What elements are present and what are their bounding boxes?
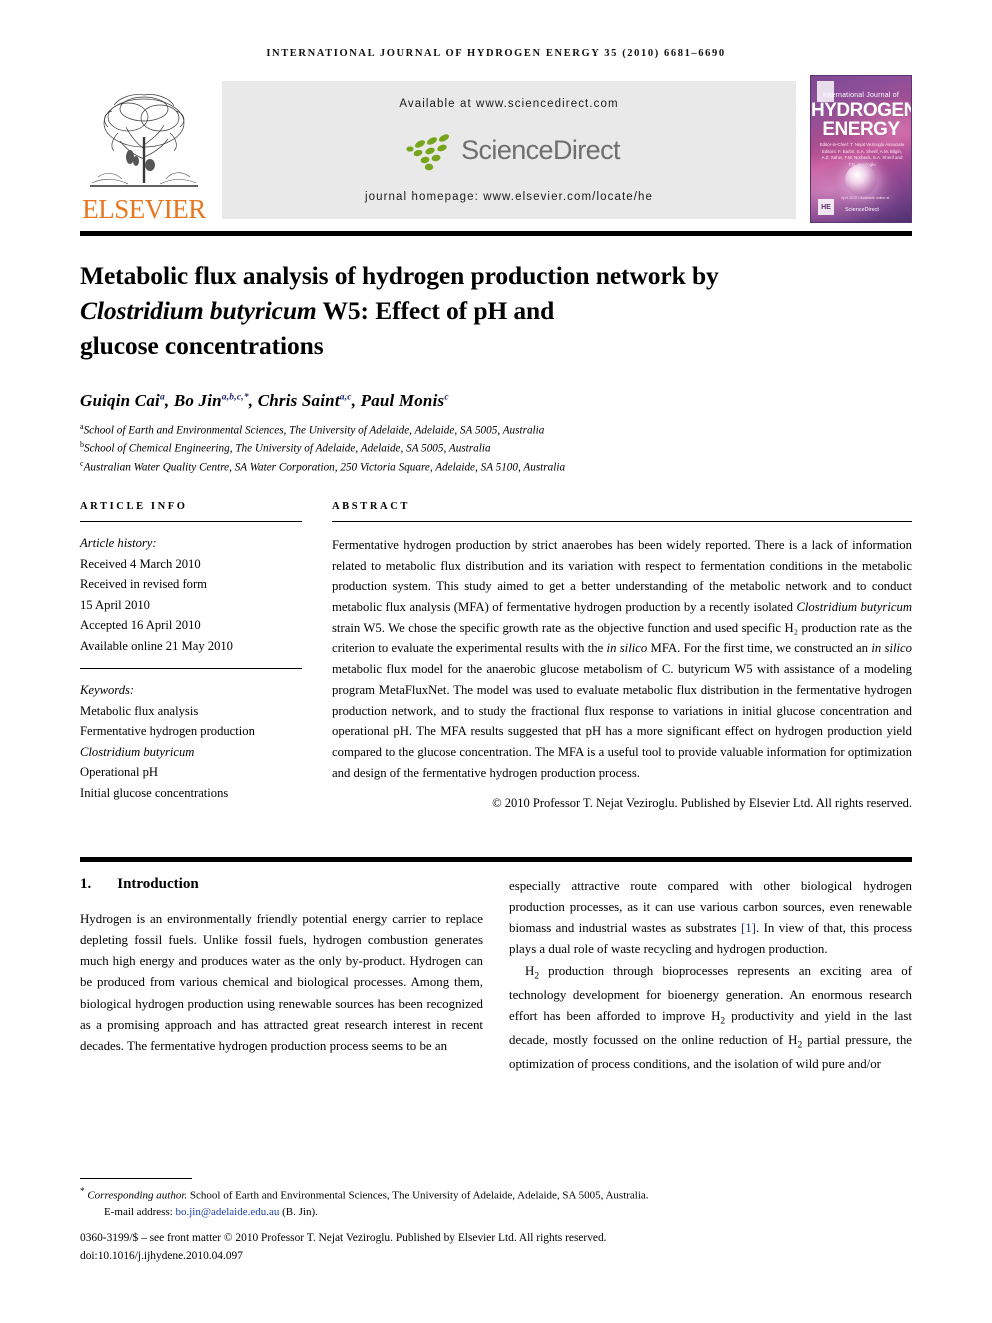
- keyword-item: Clostridium butyricum: [80, 744, 195, 759]
- sciencedirect-logo: ScienceDirect: [398, 131, 620, 171]
- author-list: Guiqin Caia, Bo Jina,b,c,*, Chris Sainta…: [80, 390, 449, 410]
- article-history-accepted: Accepted 16 April 2010: [80, 618, 201, 633]
- author-3-affil-marks: a,c: [339, 391, 352, 402]
- article-page: International Journal of Hydrogen Energy…: [0, 0, 992, 1323]
- keywords-label: Keywords:: [80, 683, 135, 698]
- article-info-heading: Article info: [80, 501, 188, 513]
- abstract-divider: [332, 521, 912, 523]
- email-label: E-mail address:: [104, 1206, 176, 1219]
- affiliation-b-text: School of Chemical Engineering, The Univ…: [84, 443, 491, 456]
- title-line-1: Metabolic flux analysis of hydrogen prod…: [80, 261, 719, 290]
- author-4: Paul Monisc: [361, 391, 449, 410]
- author-3-name: Chris Saint: [257, 390, 340, 410]
- issn-copyright-line: 0360-3199/$ – see front matter © 2010 Pr…: [80, 1231, 607, 1244]
- body-left-column: 1. Introduction Hydrogen is an environme…: [80, 876, 483, 1075]
- sciencedirect-wordmark: ScienceDirect: [461, 135, 620, 165]
- cover-title-line1: HYDROGEN: [811, 100, 912, 121]
- available-at-text: Available at www.sciencedirect.com: [399, 98, 619, 110]
- email-note: E-mail address: bo.jin@adelaide.edu.au (…: [80, 1204, 915, 1221]
- footnote-divider: [80, 1177, 192, 1179]
- keyword-item: Initial glucose concentrations: [80, 785, 229, 800]
- corresponding-author-mark: *: [80, 1185, 85, 1196]
- article-history-revised-date: 15 April 2010: [80, 597, 150, 612]
- doi-line: doi:10.1016/j.ijhydene.2010.04.097: [80, 1249, 243, 1262]
- author-1-affil-marks: a: [159, 391, 165, 402]
- author-4-affil-marks: c: [444, 391, 449, 402]
- cover-sciencedirect-label: ScienceDirect: [845, 207, 879, 213]
- article-info-divider: [80, 521, 302, 523]
- abstract-italic-insilico-1: in silico: [606, 641, 648, 656]
- email-suffix: (B. Jin).: [279, 1206, 318, 1219]
- running-head: International Journal of Hydrogen Energy…: [266, 48, 726, 59]
- article-history-online: Available online 21 May 2010: [80, 638, 233, 653]
- elsevier-tree-icon: [90, 94, 198, 187]
- abstract-part-4: metabolic flux model for the anaerobic g…: [332, 662, 912, 780]
- affiliation-b: bSchool of Chemical Engineering, The Uni…: [80, 439, 912, 458]
- keywords-divider: [80, 668, 302, 670]
- intro-paragraph-right-2: H2 production through bioprocesses repre…: [509, 961, 912, 1076]
- abstract-text: Fermentative hydrogen production by stri…: [332, 535, 912, 783]
- author-2-affil-marks: a,b,c,*: [221, 391, 249, 402]
- body-columns: 1. Introduction Hydrogen is an environme…: [80, 876, 912, 1075]
- affiliation-c-text: Australian Water Quality Centre, SA Wate…: [83, 462, 566, 475]
- page-title: Metabolic flux analysis of hydrogen prod…: [80, 258, 912, 364]
- abstract-part-3: MFA. For the first time, we constructed …: [647, 641, 872, 656]
- section-title: Introduction: [117, 876, 199, 892]
- journal-banner: ELSEVIER Available at www.sciencedirect.…: [80, 75, 912, 225]
- title-species-italic: Clostridium butyricum: [80, 296, 317, 326]
- corresponding-author-label: Corresponding author.: [87, 1189, 188, 1202]
- info-abstract-row: Article info Article history: Received 4…: [80, 501, 912, 811]
- abstract-column: Abstract Fermentative hydrogen productio…: [332, 501, 912, 811]
- article-history-received: Received 4 March 2010: [80, 556, 201, 571]
- keyword-item: Operational pH: [80, 765, 158, 780]
- body-right-column: especially attractive route compared wit…: [509, 876, 912, 1075]
- elsevier-logo: ELSEVIER: [80, 75, 208, 225]
- sciencedirect-box: Available at www.sciencedirect.com Scien…: [222, 81, 796, 219]
- author-3: Chris Sainta,c: [258, 391, 352, 410]
- author-1: Guiqin Caia: [80, 391, 165, 410]
- corresponding-author-address: School of Earth and Environmental Scienc…: [187, 1189, 649, 1202]
- cover-tiny-text: April 2010 • Available online at: [841, 196, 890, 200]
- sciencedirect-leaf-icon: [406, 133, 450, 170]
- title-line-2-rest: W5: Effect of pH and: [316, 296, 555, 326]
- abstract-italic-insilico-2: in silico: [871, 641, 913, 656]
- abstract-heading: Abstract: [332, 501, 410, 513]
- section-heading-introduction: 1. Introduction: [80, 876, 483, 893]
- article-history-revised: Received in revised form: [80, 577, 207, 592]
- section-number: 1.: [80, 876, 92, 892]
- abstract-italic-species: Clostridium butyricum: [796, 599, 913, 614]
- author-2-name: Bo Jin: [173, 390, 222, 410]
- affiliation-a-text: School of Earth and Environmental Scienc…: [83, 424, 545, 437]
- intro-paragraph-right-1: especially attractive route compared wit…: [509, 876, 912, 961]
- cover-intl-line: International Journal of: [822, 92, 899, 99]
- email-link[interactable]: bo.jin@adelaide.edu.au: [175, 1206, 279, 1218]
- abstract-copyright: © 2010 Professor T. Nejat Veziroglu. Pub…: [492, 796, 912, 810]
- body-divider: [80, 857, 912, 862]
- affiliation-list: aSchool of Earth and Environmental Scien…: [80, 421, 912, 478]
- cover-sphere-graphic: [845, 164, 877, 196]
- author-4-name: Paul Monis: [360, 390, 445, 410]
- journal-cover-image: International Journal of HYDROGEN ENERGY…: [810, 75, 912, 223]
- reference-link-1[interactable]: [1]: [741, 921, 756, 935]
- keyword-item: Fermentative hydrogen production: [80, 724, 255, 739]
- affiliation-a: aSchool of Earth and Environmental Scien…: [80, 421, 912, 440]
- banner-divider: [80, 231, 912, 236]
- author-1-name: Guiqin Cai: [80, 390, 160, 410]
- corresponding-author-note: * Corresponding author. School of Earth …: [80, 1184, 915, 1205]
- article-info-column: Article info Article history: Received 4…: [80, 501, 302, 811]
- article-history-label: Article history:: [80, 536, 157, 551]
- h2-symbol: H: [525, 963, 535, 978]
- cover-he-badge: HE: [818, 199, 834, 215]
- intro-paragraph-left: Hydrogen is an environmentally friendly …: [80, 912, 483, 1053]
- title-line-3: glucose concentrations: [80, 331, 324, 361]
- cover-title-line2: ENERGY: [822, 119, 900, 140]
- elsevier-wordmark: ELSEVIER: [82, 194, 206, 224]
- keyword-item: Metabolic flux analysis: [80, 703, 199, 718]
- affiliation-c: cAustralian Water Quality Centre, SA Wat…: [80, 458, 912, 477]
- journal-homepage-text: journal homepage: www.elsevier.com/locat…: [364, 191, 654, 203]
- author-2: Bo Jina,b,c,*: [174, 391, 249, 410]
- page-footer: * Corresponding author. School of Earth …: [80, 1177, 915, 1265]
